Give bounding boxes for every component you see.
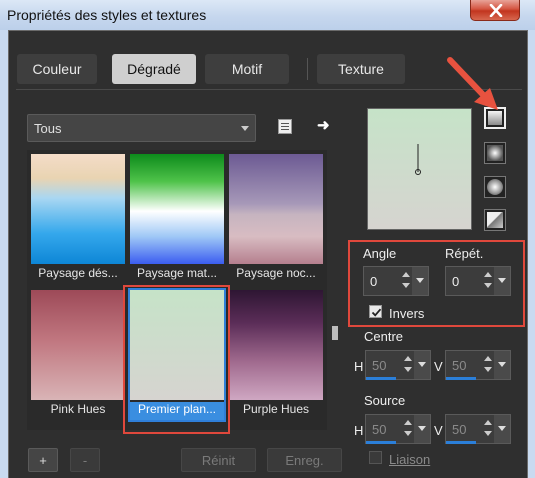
- chevron-down-icon[interactable]: [414, 351, 430, 379]
- spinner-arrows-icon[interactable]: [482, 353, 494, 377]
- tab-motif[interactable]: Motif: [205, 54, 289, 84]
- spinner-arrows-icon[interactable]: [402, 417, 414, 441]
- source-v-input[interactable]: 50: [445, 414, 511, 444]
- link-checkbox[interactable]: [369, 451, 382, 464]
- gradient-tile[interactable]: Paysage dés...: [31, 154, 125, 284]
- gradient-scrollbar[interactable]: [330, 150, 340, 430]
- source-h-input[interactable]: 50: [365, 414, 431, 444]
- angle-label: Angle: [363, 246, 397, 261]
- tab-degrade[interactable]: Dégradé: [112, 54, 196, 84]
- close-icon: [489, 4, 503, 17]
- center-v-input[interactable]: 50: [445, 350, 511, 380]
- chevron-down-icon[interactable]: [494, 415, 510, 443]
- radial-gradient-button[interactable]: [484, 209, 506, 231]
- library-select-value: Tous: [34, 121, 62, 136]
- source-v-label: V: [434, 423, 443, 438]
- invert-checkbox[interactable]: [369, 305, 382, 318]
- tab-couleur[interactable]: Couleur: [17, 54, 97, 84]
- center-h-input[interactable]: 50: [365, 350, 431, 380]
- source-h-slider[interactable]: [366, 441, 396, 444]
- radial-gradient-icon: [487, 212, 503, 228]
- remove-button[interactable]: -: [70, 448, 100, 472]
- add-button[interactable]: +: [28, 448, 58, 472]
- scroll-thumb[interactable]: [332, 326, 338, 340]
- sunburst-gradient-icon: [487, 179, 503, 195]
- chevron-down-icon: [241, 126, 249, 131]
- center-h-slider[interactable]: [366, 377, 396, 380]
- gradient-tile[interactable]: Pink Hues: [31, 290, 125, 420]
- library-list-icon[interactable]: [278, 119, 292, 134]
- spinner-arrows-icon[interactable]: [400, 269, 412, 293]
- rectangular-gradient-icon: [487, 145, 503, 161]
- source-h-label: H: [354, 423, 364, 438]
- chevron-down-icon[interactable]: [494, 351, 510, 379]
- close-button[interactable]: [470, 0, 520, 21]
- spinner-arrows-icon[interactable]: [482, 417, 494, 441]
- tab-texture[interactable]: Texture: [317, 54, 405, 84]
- gradient-tile[interactable]: Paysage mat...: [130, 154, 224, 284]
- chevron-down-icon[interactable]: [494, 267, 510, 295]
- center-h-label: H: [354, 359, 364, 374]
- gradient-handle-icon[interactable]: [367, 108, 472, 230]
- reset-button[interactable]: Réinit: [181, 448, 256, 472]
- angle-input[interactable]: 0: [363, 266, 429, 296]
- highlight-box-gradient: [123, 285, 230, 434]
- chevron-down-icon[interactable]: [414, 415, 430, 443]
- chevron-down-icon[interactable]: [412, 267, 428, 295]
- gradient-tile[interactable]: Purple Hues: [229, 290, 323, 420]
- invert-label: Invers: [389, 306, 425, 321]
- source-label: Source: [364, 393, 406, 408]
- center-v-label: V: [434, 359, 443, 374]
- rectangular-gradient-button[interactable]: [484, 142, 506, 164]
- gradient-preview[interactable]: [367, 108, 472, 230]
- sunburst-gradient-button[interactable]: [484, 176, 506, 198]
- save-button[interactable]: Enreg.: [267, 448, 342, 472]
- window-title: Propriétés des styles et textures: [7, 7, 207, 23]
- repeat-label: Répét.: [445, 246, 484, 261]
- repeat-input[interactable]: 0: [445, 266, 511, 296]
- checkmark-icon: [371, 308, 382, 317]
- title-bar: Propriétés des styles et textures: [0, 0, 535, 30]
- gradient-tile[interactable]: Paysage noc...: [229, 154, 323, 284]
- spinner-arrows-icon[interactable]: [482, 269, 494, 293]
- spinner-arrows-icon[interactable]: [402, 353, 414, 377]
- annotation-arrow-icon: [447, 57, 498, 110]
- center-v-slider[interactable]: [446, 377, 476, 380]
- center-label: Centre: [364, 329, 404, 344]
- arrow-right-icon[interactable]: ➜: [317, 116, 330, 134]
- dialog-body: Couleur Dégradé Motif Texture Tous ➜ Pay…: [8, 30, 528, 478]
- library-select[interactable]: Tous: [27, 114, 256, 142]
- link-label: Liaison: [389, 452, 431, 467]
- source-v-slider[interactable]: [446, 441, 476, 444]
